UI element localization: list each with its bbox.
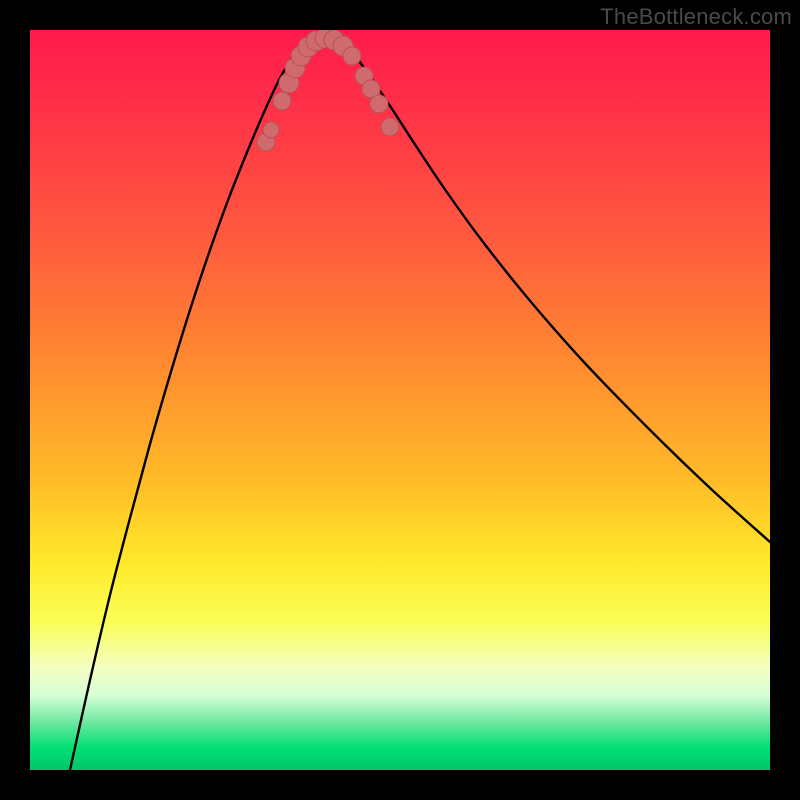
curve-marker [370, 95, 388, 113]
curve-marker [343, 47, 361, 65]
plot-area [30, 30, 770, 770]
chart-svg [30, 30, 770, 770]
bottleneck-curve [70, 38, 770, 770]
chart-frame: TheBottleneck.com [0, 0, 800, 800]
watermark-text: TheBottleneck.com [600, 4, 792, 30]
curve-marker [381, 118, 399, 136]
curve-marker [273, 92, 291, 110]
curve-marker [263, 122, 279, 138]
